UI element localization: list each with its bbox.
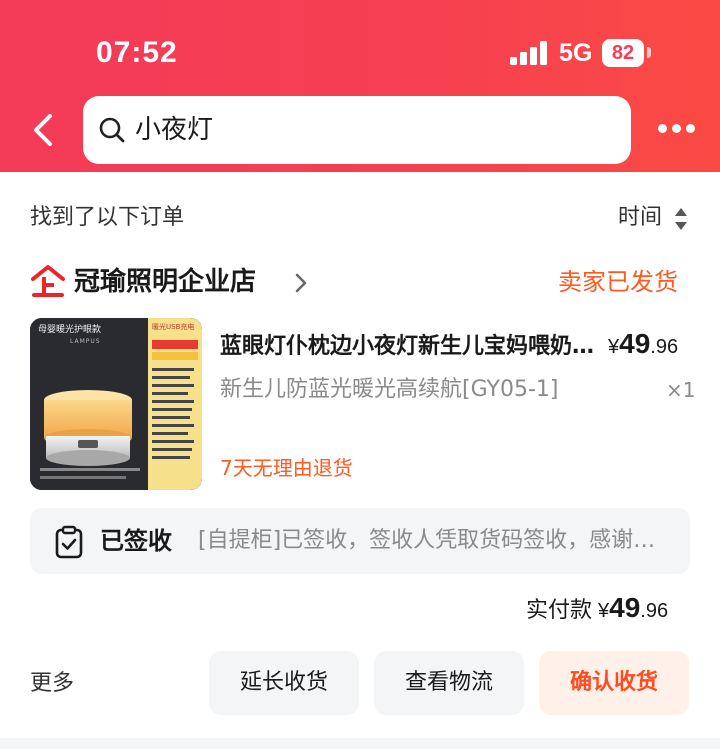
store-name[interactable]: 冠瑜照明企业店 [74,262,256,302]
battery-level: 82 [611,42,635,64]
return-policy-tag: 7天无理由退货 [220,456,353,480]
paid-amount: 实付款 ¥49.96 [526,592,669,623]
view-logistics-button[interactable]: 查看物流 [374,651,524,715]
thumb-badge: 暖光USB充电 [152,323,195,331]
product-thumbnail[interactable]: 母婴暖光护眼款 暖光USB充电 LAMPUS [30,318,202,490]
thumb-brand: LAMPUS [70,338,101,345]
confirm-receipt-button[interactable]: 确认收货 [539,651,689,715]
logistics-detail: [自提柜]已签收，签收人凭取货码签收，感谢使用 [198,528,668,553]
bottom-divider [0,738,720,749]
order-status: 卖家已发货 [558,268,678,296]
chevron-right-icon [295,273,307,293]
sort-label[interactable]: 时间 [618,205,662,230]
search-icon [99,117,125,143]
search-query[interactable]: 小夜灯 [135,110,213,150]
store-link[interactable]: 冠瑜照明企业店 [30,262,360,302]
sort-by-time[interactable]: 时间 [618,200,687,236]
results-label: 找到了以下订单 [30,205,185,230]
status-time: 07:52 [96,36,178,69]
product-variant: 新生儿防蓝光暖光高续航[GY05-1] [220,377,559,402]
more-dots-icon[interactable] [656,116,696,142]
extend-receipt-button[interactable]: 延长收货 [209,651,359,715]
product-quantity: ×1 [666,378,696,402]
logistics-status: 已签收 [100,527,172,555]
network-type: 5G [559,39,593,67]
status-bar: 07:52 5G 82 [0,30,720,76]
signal-icon [510,41,548,65]
more-actions-link[interactable]: 更多 [30,666,74,702]
clipboard-check-icon [55,525,83,559]
battery-icon: 82 [602,39,644,67]
product-image [30,318,202,490]
header-bar: 07:52 5G 82 小夜灯 [0,0,720,172]
logistics-status-bar[interactable]: 已签收 [自提柜]已签收，签收人凭取货码签收，感谢使用 [30,508,690,574]
sort-arrows-icon [675,208,687,230]
product-title[interactable]: 蓝眼灯仆枕边小夜灯新生儿宝妈喂奶护眼 [220,330,598,364]
product-price: ¥49.96 [608,328,679,359]
paid-label: 实付款 [526,598,593,623]
chevron-left-icon[interactable] [30,113,56,147]
search-input[interactable]: 小夜灯 [83,96,631,164]
battery-cap [647,47,651,58]
enterprise-store-icon [31,265,65,297]
thumb-headline: 母婴暖光护眼款 [38,325,102,335]
